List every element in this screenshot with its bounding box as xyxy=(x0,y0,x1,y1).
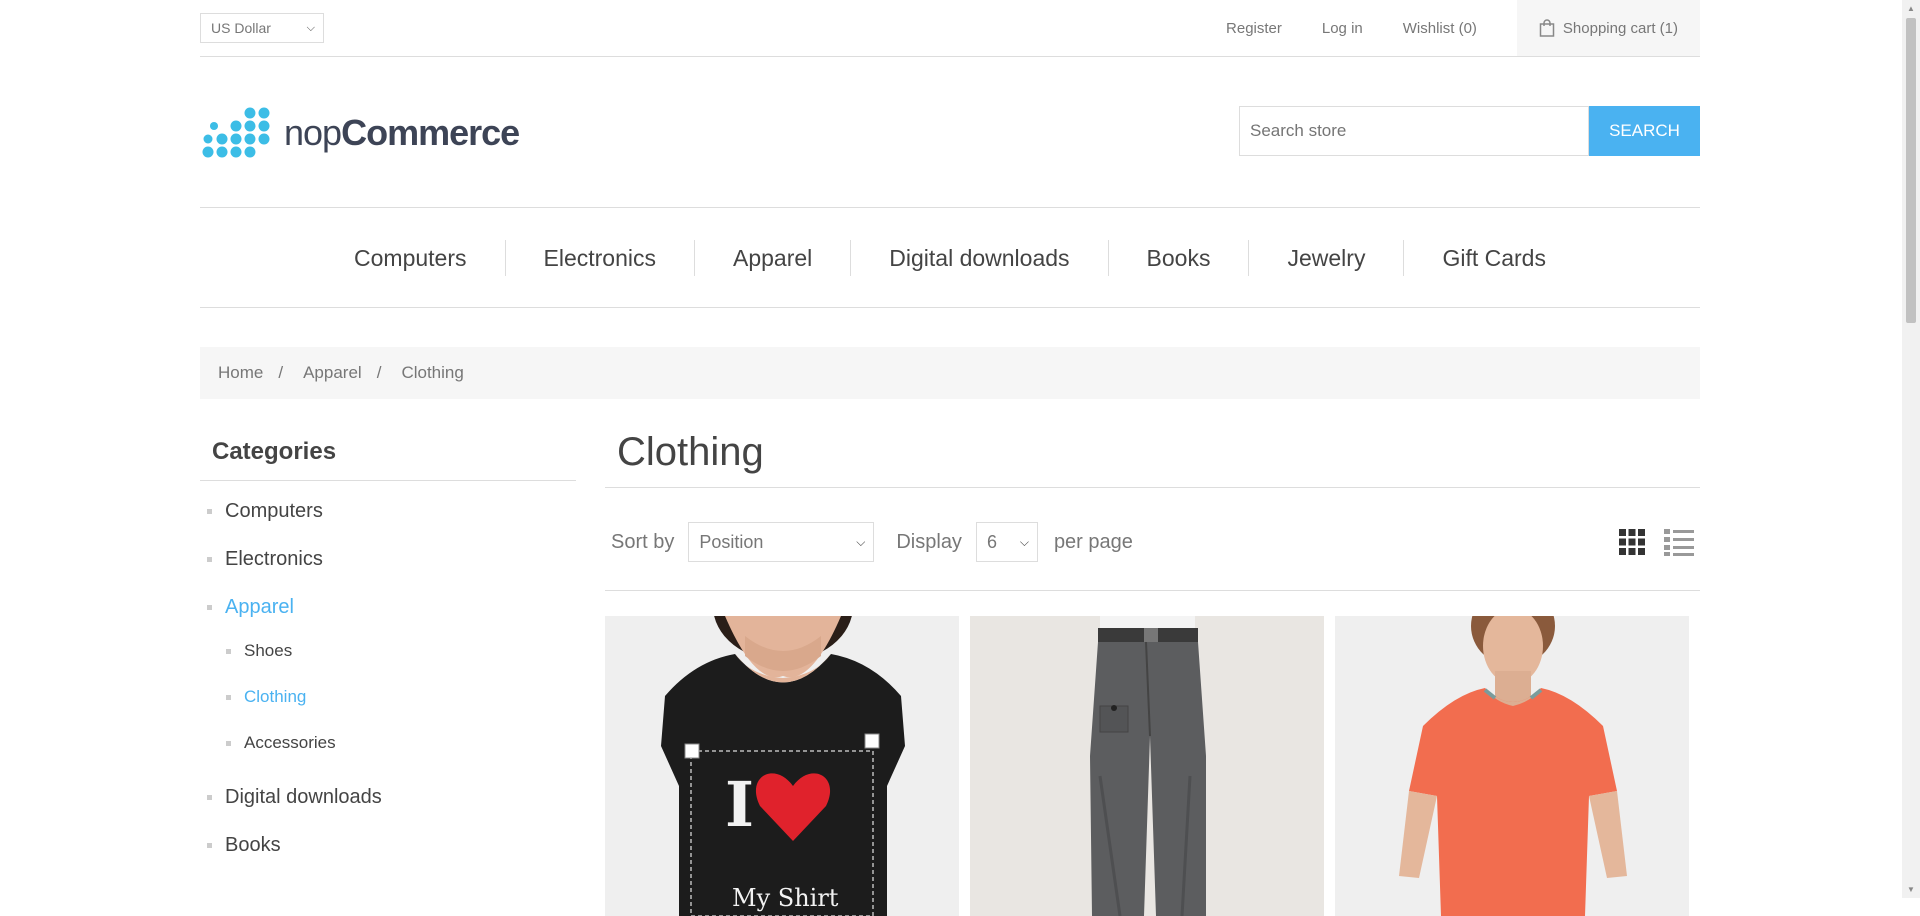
product-item-2[interactable] xyxy=(970,616,1324,916)
login-link[interactable]: Log in xyxy=(1322,20,1363,37)
shopping-bag-icon xyxy=(1539,19,1555,37)
product-item-1[interactable]: I My Shirt xyxy=(605,616,959,916)
list-view-button[interactable] xyxy=(1664,528,1694,562)
search-button[interactable]: SEARCH xyxy=(1589,106,1700,156)
page-title: Clothing xyxy=(605,426,1700,488)
wishlist-link[interactable]: Wishlist (0) xyxy=(1403,20,1477,37)
svg-text:I: I xyxy=(725,768,754,841)
per-page-label: per page xyxy=(1053,531,1133,553)
menu-item-apparel[interactable]: Apparel xyxy=(693,239,850,276)
list-icon xyxy=(1664,529,1694,556)
subcategory-accessories[interactable]: Accessories xyxy=(200,729,576,775)
category-books[interactable]: Books xyxy=(200,831,576,879)
category-apparel-label: Apparel xyxy=(225,596,294,618)
sort-by-value: Position xyxy=(699,532,764,552)
view-mode-switch xyxy=(1600,528,1694,562)
scroll-up-icon[interactable]: ▲ xyxy=(1907,4,1915,13)
categories-title: Categories xyxy=(200,426,576,481)
product-selectors: Sort by Position ⌵ Display 6 ⌵ per page xyxy=(605,522,1700,591)
center-column: Clothing Sort by Position ⌵ Display 6 ⌵ … xyxy=(605,426,1700,916)
header-upper: US Dollar ⌵ Register Log in Wishlist (0)… xyxy=(200,0,1700,57)
chevron-down-icon: ⌵ xyxy=(1019,535,1029,549)
menu-item-electronics[interactable]: Electronics xyxy=(504,239,694,276)
currency-selector[interactable]: US Dollar ⌵ xyxy=(200,13,324,43)
breadcrumb-separator: / xyxy=(278,363,284,382)
chevron-down-icon: ⌵ xyxy=(306,22,315,34)
logo-text-nop: nop xyxy=(284,112,342,153)
category-digital-downloads[interactable]: Digital downloads xyxy=(200,783,576,831)
search-input[interactable] xyxy=(1239,106,1589,156)
search-box: SEARCH xyxy=(1239,106,1700,156)
shopping-cart-label: Shopping cart (1) xyxy=(1562,19,1678,37)
breadcrumb-separator: / xyxy=(376,363,382,382)
menu-item-jewelry[interactable]: Jewelry xyxy=(1248,239,1403,276)
product-image-orange-tshirt xyxy=(1335,616,1689,916)
grid-view-button[interactable] xyxy=(1618,528,1646,562)
shirt-print-text: My Shirt xyxy=(732,884,839,912)
logo-dots-icon xyxy=(202,107,270,158)
subcategory-shoes[interactable]: Shoes xyxy=(200,637,576,683)
register-link[interactable]: Register xyxy=(1226,20,1282,37)
header-lower: nopCommerce SEARCH xyxy=(200,57,1700,208)
product-image-grey-trousers xyxy=(970,616,1324,916)
header-links: Register Log in Wishlist (0) Shopping ca… xyxy=(1226,0,1700,56)
category-electronics[interactable]: Electronics xyxy=(200,545,576,593)
shopping-cart-link[interactable]: Shopping cart (1) xyxy=(1516,0,1700,56)
logo-text-commerce: Commerce xyxy=(341,112,520,153)
page-scrollbar[interactable]: ▲ ▼ xyxy=(1902,0,1920,898)
product-image-black-tshirt: I My Shirt xyxy=(605,616,959,916)
subcategories-list: Shoes Clothing Accessories xyxy=(200,637,576,775)
breadcrumb: Home / Apparel / Clothing xyxy=(200,347,1700,399)
menu-item-computers[interactable]: Computers xyxy=(316,240,504,276)
display-label: Display xyxy=(896,531,962,553)
nopcommerce-logo[interactable]: nopCommerce xyxy=(200,105,520,161)
product-item-3[interactable] xyxy=(1335,616,1689,916)
menu-item-digital-downloads[interactable]: Digital downloads xyxy=(850,239,1107,276)
scrollbar-thumb[interactable] xyxy=(1906,18,1916,323)
subcategory-clothing[interactable]: Clothing xyxy=(200,683,576,729)
breadcrumb-apparel[interactable]: Apparel xyxy=(303,363,362,383)
page-size-value: 6 xyxy=(986,532,997,552)
chevron-down-icon: ⌵ xyxy=(856,535,866,549)
breadcrumb-home[interactable]: Home xyxy=(218,363,263,383)
scroll-down-icon[interactable]: ▼ xyxy=(1907,885,1915,894)
menu-item-gift-cards[interactable]: Gift Cards xyxy=(1403,239,1584,276)
top-menu: Computers Electronics Apparel Digital do… xyxy=(200,208,1700,308)
side-column: Categories Computers Electronics Apparel… xyxy=(200,426,576,879)
breadcrumb-current: Clothing xyxy=(401,363,464,382)
currency-value: US Dollar xyxy=(211,20,271,36)
product-grid: I My Shirt xyxy=(605,616,1700,916)
category-apparel[interactable]: Apparel Shoes Clothing Accessories xyxy=(200,593,576,775)
category-computers[interactable]: Computers xyxy=(200,497,576,545)
grid-icon xyxy=(1619,529,1645,555)
categories-list: Computers Electronics Apparel Shoes Clot… xyxy=(200,481,576,879)
page-size-select[interactable]: 6 ⌵ xyxy=(975,522,1038,562)
menu-item-books[interactable]: Books xyxy=(1107,239,1249,276)
sort-by-label: Sort by xyxy=(611,531,675,553)
page-wrapper: US Dollar ⌵ Register Log in Wishlist (0)… xyxy=(200,0,1700,916)
logo-text: nopCommerce xyxy=(284,112,520,154)
sort-by-select[interactable]: Position ⌵ xyxy=(688,522,875,562)
